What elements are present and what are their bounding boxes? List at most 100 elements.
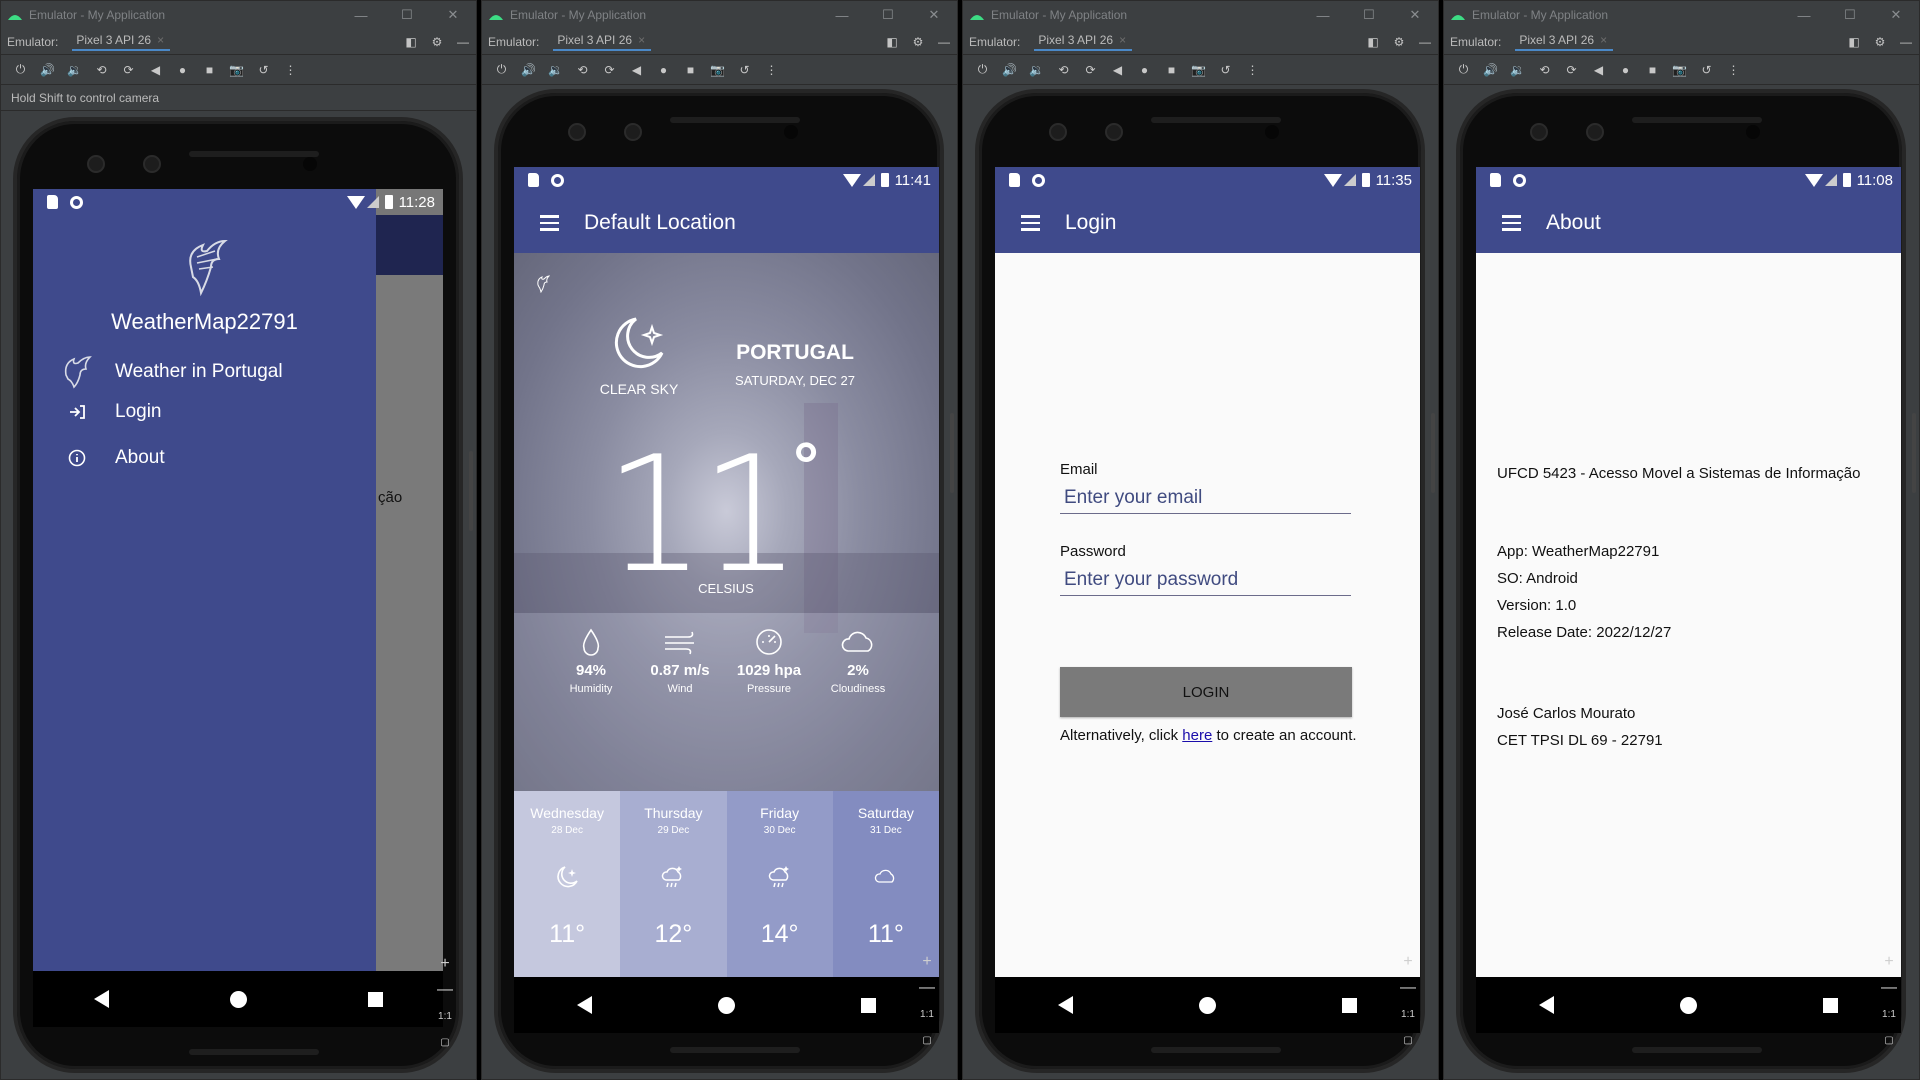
volume-down-icon[interactable]: 🔉 bbox=[1504, 60, 1531, 80]
zoom-in-button[interactable]: + bbox=[922, 949, 931, 975]
overview-icon[interactable]: ■ bbox=[1639, 60, 1666, 80]
rotate-right-icon[interactable]: ⟳ bbox=[115, 60, 142, 80]
nav-back-button[interactable] bbox=[1539, 996, 1554, 1014]
rotate-right-icon[interactable]: ⟳ bbox=[1077, 60, 1104, 80]
maximize-button[interactable]: ☐ bbox=[1346, 7, 1392, 23]
forecast-day[interactable]: Wednesday 28 Dec 11° bbox=[514, 791, 621, 977]
gear-icon[interactable]: ⚙ bbox=[424, 35, 450, 49]
volume-down-icon[interactable]: 🔉 bbox=[542, 60, 569, 80]
back-icon[interactable]: ◀ bbox=[1585, 60, 1612, 80]
hamburger-menu-icon[interactable] bbox=[514, 215, 584, 231]
hamburger-menu-icon[interactable] bbox=[1476, 215, 1546, 231]
overview-icon[interactable]: ■ bbox=[196, 60, 223, 80]
forecast-day[interactable]: Friday 30 Dec 14° bbox=[726, 791, 833, 977]
nav-home-button[interactable] bbox=[1199, 996, 1216, 1014]
maximize-button[interactable]: ☐ bbox=[384, 7, 430, 23]
forecast-day[interactable]: Thursday 29 Dec 12° bbox=[620, 791, 727, 977]
camera-icon[interactable]: 📷 bbox=[704, 60, 731, 80]
nav-back-button[interactable] bbox=[1058, 996, 1073, 1014]
camera-icon[interactable]: 📷 bbox=[223, 60, 250, 80]
layout-icon[interactable]: ◧ bbox=[1360, 35, 1386, 49]
zoom-out-button[interactable]: — bbox=[437, 977, 453, 1003]
rotate-right-icon[interactable]: ⟳ bbox=[1558, 60, 1585, 80]
volume-up-icon[interactable]: 🔊 bbox=[996, 60, 1023, 80]
close-button[interactable]: ✕ bbox=[1392, 7, 1438, 23]
rotate-left-icon[interactable]: ⟲ bbox=[1050, 60, 1077, 80]
nav-recents-button[interactable] bbox=[1342, 997, 1357, 1013]
power-icon[interactable]: ⏻ bbox=[488, 60, 515, 80]
volume-up-icon[interactable]: 🔊 bbox=[1477, 60, 1504, 80]
nav-recents-button[interactable] bbox=[861, 997, 876, 1013]
more-icon[interactable]: ⋮ bbox=[758, 60, 785, 80]
zoom-out-button[interactable]: — bbox=[1400, 975, 1416, 1001]
layout-icon[interactable]: ◧ bbox=[879, 35, 905, 49]
home-icon[interactable]: ● bbox=[169, 60, 196, 80]
overview-icon[interactable]: ■ bbox=[1158, 60, 1185, 80]
nav-home-button[interactable] bbox=[718, 996, 735, 1014]
device-tab[interactable]: Pixel 3 API 26 × bbox=[1034, 33, 1133, 51]
fit-screen-icon[interactable]: ▢ bbox=[1884, 1027, 1893, 1053]
fit-screen-icon[interactable]: ▢ bbox=[922, 1027, 931, 1053]
volume-up-icon[interactable]: 🔊 bbox=[515, 60, 542, 80]
hide-icon[interactable]: — bbox=[1412, 35, 1438, 49]
volume-down-icon[interactable]: 🔉 bbox=[61, 60, 88, 80]
rotate-left-icon[interactable]: ⟲ bbox=[1531, 60, 1558, 80]
hide-icon[interactable]: — bbox=[931, 35, 957, 49]
create-account-link[interactable]: here bbox=[1182, 727, 1212, 744]
back-icon[interactable]: ◀ bbox=[142, 60, 169, 80]
back-icon[interactable]: ◀ bbox=[1104, 60, 1131, 80]
volume-down-icon[interactable]: 🔉 bbox=[1023, 60, 1050, 80]
zoom-ratio-button[interactable]: 1:1 bbox=[920, 1001, 934, 1027]
zoom-in-button[interactable]: + bbox=[1403, 949, 1412, 975]
zoom-ratio-button[interactable]: 1:1 bbox=[1882, 1001, 1896, 1027]
home-icon[interactable]: ● bbox=[650, 60, 677, 80]
maximize-button[interactable]: ☐ bbox=[1827, 7, 1873, 23]
home-icon[interactable]: ● bbox=[1131, 60, 1158, 80]
camera-icon[interactable]: 📷 bbox=[1666, 60, 1693, 80]
device-tab[interactable]: Pixel 3 API 26 × bbox=[1515, 33, 1614, 51]
zoom-in-button[interactable]: + bbox=[440, 951, 449, 977]
drawer-item-login[interactable]: Login bbox=[59, 401, 162, 423]
gear-icon[interactable]: ⚙ bbox=[1386, 35, 1412, 49]
more-icon[interactable]: ⋮ bbox=[1239, 60, 1266, 80]
back-icon[interactable]: ◀ bbox=[623, 60, 650, 80]
snapshot-icon[interactable]: ↺ bbox=[250, 60, 277, 80]
more-icon[interactable]: ⋮ bbox=[277, 60, 304, 80]
minimize-button[interactable]: — bbox=[338, 8, 384, 23]
close-button[interactable]: ✕ bbox=[1873, 7, 1919, 23]
hamburger-menu-icon[interactable] bbox=[995, 215, 1065, 231]
fit-screen-icon[interactable]: ▢ bbox=[440, 1029, 449, 1055]
more-icon[interactable]: ⋮ bbox=[1720, 60, 1747, 80]
nav-recents-button[interactable] bbox=[1823, 997, 1838, 1013]
password-field[interactable]: Enter your password bbox=[1060, 569, 1351, 596]
nav-home-button[interactable] bbox=[229, 990, 247, 1008]
power-icon[interactable]: ⏻ bbox=[969, 60, 996, 80]
close-button[interactable]: ✕ bbox=[911, 7, 957, 23]
zoom-ratio-button[interactable]: 1:1 bbox=[1401, 1001, 1415, 1027]
power-icon[interactable]: ⏻ bbox=[1450, 60, 1477, 80]
nav-back-button[interactable] bbox=[577, 996, 592, 1014]
snapshot-icon[interactable]: ↺ bbox=[731, 60, 758, 80]
tab-close-icon[interactable]: × bbox=[157, 33, 164, 47]
camera-icon[interactable]: 📷 bbox=[1185, 60, 1212, 80]
login-button[interactable]: LOGIN bbox=[1060, 667, 1352, 717]
zoom-out-button[interactable]: — bbox=[1881, 975, 1897, 1001]
tab-close-icon[interactable]: × bbox=[1600, 33, 1607, 47]
home-icon[interactable]: ● bbox=[1612, 60, 1639, 80]
minimize-button[interactable]: — bbox=[1781, 8, 1827, 23]
tab-close-icon[interactable]: × bbox=[1119, 33, 1126, 47]
minimize-button[interactable]: — bbox=[819, 8, 865, 23]
power-icon[interactable]: ⏻ bbox=[7, 60, 34, 80]
close-button[interactable]: ✕ bbox=[430, 7, 476, 23]
nav-recents-button[interactable] bbox=[367, 991, 383, 1007]
layout-icon[interactable]: ◧ bbox=[1841, 35, 1867, 49]
nav-back-button[interactable] bbox=[93, 990, 109, 1008]
layout-icon[interactable]: ◧ bbox=[398, 35, 424, 49]
drawer-item-about[interactable]: About bbox=[59, 447, 165, 469]
drawer-item-weather[interactable]: Weather in Portugal bbox=[59, 355, 283, 389]
nav-home-button[interactable] bbox=[1680, 996, 1697, 1014]
hide-icon[interactable]: — bbox=[450, 35, 476, 49]
zoom-out-button[interactable]: — bbox=[919, 975, 935, 1001]
rotate-right-icon[interactable]: ⟳ bbox=[596, 60, 623, 80]
snapshot-icon[interactable]: ↺ bbox=[1693, 60, 1720, 80]
